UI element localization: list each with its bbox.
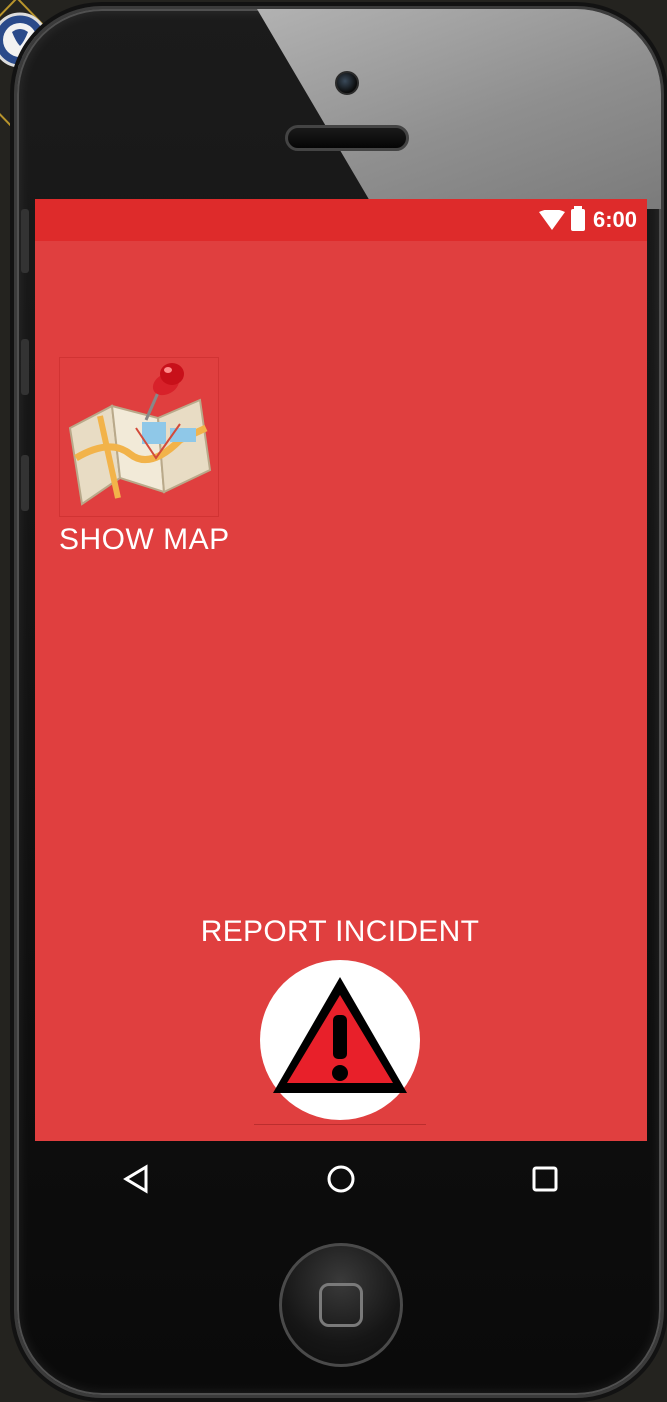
home-square-icon bbox=[319, 1283, 363, 1327]
report-incident-button[interactable]: REPORT INCIDENT bbox=[185, 915, 495, 1125]
map-pin-icon[interactable] bbox=[59, 357, 219, 517]
battery-icon bbox=[570, 206, 585, 231]
wifi-icon bbox=[538, 210, 565, 230]
warning-icon[interactable] bbox=[254, 955, 426, 1125]
status-time: 6:00 bbox=[592, 207, 637, 232]
front-camera bbox=[335, 71, 359, 95]
app-screen: 6:00 SHOW MAP REPORT INCIDENT bbox=[35, 199, 647, 1141]
status-bar: 6:00 bbox=[35, 199, 647, 241]
recents-icon[interactable] bbox=[525, 1159, 565, 1199]
nav-bar bbox=[35, 1144, 647, 1214]
volume-up-button bbox=[21, 339, 29, 395]
earpiece-speaker bbox=[285, 125, 409, 151]
volume-down-button bbox=[21, 455, 29, 511]
show-map-label: SHOW MAP bbox=[59, 523, 230, 556]
show-map-button[interactable]: SHOW MAP bbox=[59, 357, 239, 557]
back-icon[interactable] bbox=[117, 1159, 157, 1199]
report-incident-label: REPORT INCIDENT bbox=[200, 915, 480, 948]
screen-glare bbox=[257, 9, 661, 209]
mute-switch bbox=[21, 209, 29, 273]
hardware-home-button[interactable] bbox=[279, 1243, 403, 1367]
home-icon[interactable] bbox=[321, 1159, 361, 1199]
phone-frame: 6:00 SHOW MAP REPORT INCIDENT bbox=[14, 6, 664, 1398]
